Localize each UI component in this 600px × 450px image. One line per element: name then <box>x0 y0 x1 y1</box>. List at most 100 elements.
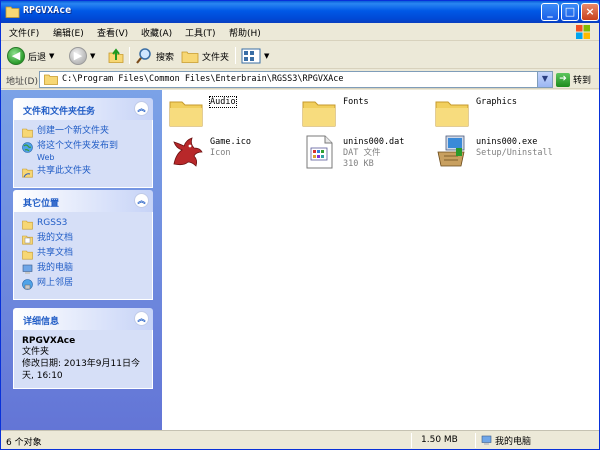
globe-icon <box>22 142 33 153</box>
file-item-unins-exe[interactable]: unins000.exe Setup/Uninstall <box>434 134 553 170</box>
panel-header[interactable]: 详细信息 ︽ <box>13 308 153 330</box>
task-share-folder[interactable]: 共享此文件夹 <box>22 166 144 178</box>
close-button[interactable]: × <box>581 3 599 21</box>
back-button[interactable]: ◀ 后退 ▼ <box>7 46 54 66</box>
file-item-audio[interactable]: Audio <box>168 94 237 130</box>
status-bar: 6 个对象 1.50 MB 我的电脑 <box>1 430 599 449</box>
place-shared-documents[interactable]: 共享文档 <box>22 248 144 260</box>
task-new-folder[interactable]: 创建一个新文件夹 <box>22 126 144 138</box>
menu-help[interactable]: 帮助(H) <box>229 26 261 39</box>
collapse-icon[interactable]: ︽ <box>134 101 149 116</box>
panel-title: 其它位置 <box>23 199 60 209</box>
task-sublabel: Web <box>37 153 55 162</box>
collapse-icon[interactable]: ︽ <box>134 193 149 208</box>
task-label: 将这个文件夹发布到 <box>37 141 119 151</box>
file-tasks-panel: 文件和文件夹任务 ︽ 创建一个新文件夹 将这个文件夹发布到 Web 共享此文件夹 <box>13 98 153 188</box>
up-folder-icon <box>108 48 124 63</box>
my-computer-icon <box>22 264 33 274</box>
menu-view[interactable]: 查看(V) <box>97 26 128 39</box>
place-network[interactable]: 网上邻居 <box>22 278 144 290</box>
toolbar-separator <box>235 47 236 64</box>
file-size: 310 KB <box>343 159 374 169</box>
back-arrow-icon: ◀ <box>7 47 25 65</box>
menu-bar: 文件(F) 编辑(E) 查看(V) 收藏(A) 工具(T) 帮助(H) <box>1 23 599 41</box>
file-name: Audio <box>209 96 237 108</box>
place-label: RGSS3 <box>37 218 68 228</box>
my-documents-icon <box>22 235 33 245</box>
other-places-panel: 其它位置 ︽ RGSS3 我的文档 共享文档 我的电脑 网上邻居 <box>13 190 153 300</box>
minimize-button[interactable]: _ <box>541 3 559 21</box>
collapse-icon[interactable]: ︽ <box>134 311 149 326</box>
panel-body: 创建一个新文件夹 将这个文件夹发布到 Web 共享此文件夹 <box>13 120 153 188</box>
address-label: 地址(D) <box>6 77 38 87</box>
menu-file[interactable]: 文件(F) <box>9 26 39 39</box>
details-panel: 详细信息 ︽ RPGVXAce 文件夹 修改日期: 2013年9月11日今 天,… <box>13 308 153 389</box>
panel-title: 详细信息 <box>23 317 60 327</box>
place-label: 我的电脑 <box>37 263 74 273</box>
details-modified: 修改日期: 2013年9月11日今 <box>22 359 140 369</box>
panel-header[interactable]: 文件和文件夹任务 ︽ <box>13 98 153 120</box>
windows-logo-icon <box>576 25 590 39</box>
menu-edit[interactable]: 编辑(E) <box>53 26 84 39</box>
task-label: 创建一个新文件夹 <box>37 126 110 136</box>
folders-label: 文件夹 <box>202 52 230 63</box>
chevron-down-icon: ▼ <box>49 52 55 60</box>
place-label: 我的文档 <box>37 233 74 243</box>
toolbar: ◀ 后退 ▼ ▶ ▼ 搜索 文件夹 ▼ <box>1 42 599 69</box>
share-folder-icon <box>22 168 33 178</box>
status-location: 我的电脑 <box>481 434 531 447</box>
file-item-graphics[interactable]: Graphics <box>434 94 517 130</box>
dat-file-icon <box>306 135 333 169</box>
folder-icon <box>22 220 33 230</box>
up-folder-button[interactable] <box>107 46 125 66</box>
file-name: unins000.exe <box>476 137 538 147</box>
explorer-window: RPGVXAce _ □ × 文件(F) 编辑(E) 查看(V) 收藏(A) 工… <box>0 0 600 450</box>
menu-favorites[interactable]: 收藏(A) <box>141 26 172 39</box>
file-name: Game.ico <box>210 137 251 147</box>
panel-body: RPGVXAce 文件夹 修改日期: 2013年9月11日今 天, 16:10 <box>13 330 153 389</box>
window-title: RPGVXAce <box>23 5 72 16</box>
search-icon <box>136 48 151 64</box>
place-my-documents[interactable]: 我的文档 <box>22 233 144 245</box>
address-dropdown-button[interactable]: ▼ <box>537 72 552 87</box>
search-button[interactable]: 搜索 <box>135 46 174 66</box>
menu-tools[interactable]: 工具(T) <box>185 26 216 39</box>
folders-icon <box>181 51 199 63</box>
details-modified-cont: 天, 16:10 <box>22 371 63 381</box>
task-pane: 文件和文件夹任务 ︽ 创建一个新文件夹 将这个文件夹发布到 Web 共享此文件夹… <box>1 90 162 430</box>
folder-icon <box>44 74 58 85</box>
place-label: 网上邻居 <box>37 278 74 288</box>
go-label: 转到 <box>573 76 592 86</box>
new-folder-icon <box>22 128 33 138</box>
place-my-computer[interactable]: 我的电脑 <box>22 263 144 275</box>
file-type: Setup/Uninstall <box>476 148 553 158</box>
file-list[interactable]: Audio Fonts Graphics Game.ico Icon unins… <box>162 90 599 430</box>
status-separator <box>411 433 412 448</box>
address-path: C:\Program Files\Common Files\Enterbrain… <box>62 74 344 84</box>
maximize-button[interactable]: □ <box>561 3 579 21</box>
title-bar[interactable]: RPGVXAce _ □ × <box>1 1 599 23</box>
file-name: unins000.dat <box>343 137 405 147</box>
task-label: 共享此文件夹 <box>37 166 92 176</box>
file-item-unins-dat[interactable]: unins000.dat DAT 文件 310 KB <box>301 134 404 170</box>
task-publish-web[interactable]: 将这个文件夹发布到 Web <box>22 141 144 163</box>
back-label: 后退 <box>28 52 47 63</box>
place-rgss3[interactable]: RGSS3 <box>22 218 144 230</box>
place-label: 共享文档 <box>37 248 74 258</box>
toolbar-separator <box>129 47 130 64</box>
views-button[interactable]: ▼ <box>241 46 269 66</box>
forward-button[interactable]: ▶ ▼ <box>69 46 95 66</box>
chevron-down-icon: ▼ <box>90 52 96 60</box>
file-item-game-ico[interactable]: Game.ico Icon <box>168 134 251 170</box>
file-type: DAT 文件 <box>343 148 381 158</box>
network-icon <box>22 279 33 290</box>
address-input[interactable]: C:\Program Files\Common Files\Enterbrain… <box>39 71 553 88</box>
views-icon <box>241 48 261 64</box>
status-size: 1.50 MB <box>421 435 458 445</box>
folder-icon <box>302 101 336 127</box>
file-item-fonts[interactable]: Fonts <box>301 94 369 130</box>
panel-header[interactable]: 其它位置 ︽ <box>13 190 153 212</box>
go-button[interactable]: ➔ 转到 <box>556 71 591 88</box>
folders-button[interactable]: 文件夹 <box>181 46 229 66</box>
folder-icon <box>435 101 469 127</box>
